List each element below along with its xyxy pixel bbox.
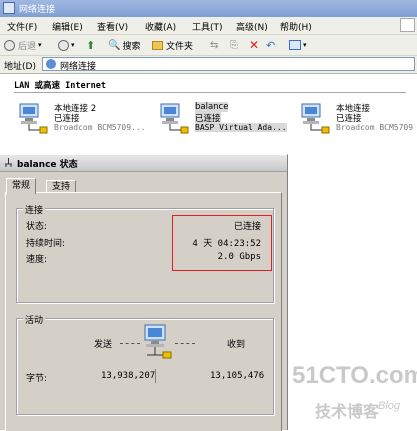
network-plug-icon xyxy=(5,158,12,167)
watermark-site: 51CTO.com xyxy=(292,362,417,389)
connection-group-label: 连接 xyxy=(23,203,46,216)
dialog-title: balance 状态 xyxy=(17,160,78,170)
network-folder-icon xyxy=(3,2,15,14)
views-button[interactable]: ▾ xyxy=(289,38,307,52)
section-heading: LAN 或高速 Internet xyxy=(14,81,107,91)
activity-group-label: 活动 xyxy=(23,313,46,326)
menu-view[interactable]: 查看(V) xyxy=(97,20,128,33)
back-label: 后退 xyxy=(18,41,37,52)
folders-label: 文件夹 xyxy=(166,41,194,52)
toolbar: 后退 ▾ ▾ ⬆ 🔍 搜索 文件夹 ⇆ ⎘ ✕ ↶ ▾ xyxy=(0,35,417,56)
dialog-titlebar: balance 状态 xyxy=(0,155,287,172)
address-input[interactable]: 网络连接 xyxy=(42,57,415,72)
copy-to-button[interactable]: ⎘ xyxy=(230,38,238,52)
copy-icon: ⎘ xyxy=(230,39,238,51)
undo-icon: ↶ xyxy=(266,38,276,52)
watermark-sub: 技术博客 xyxy=(315,402,380,421)
search-icon: 🔍 xyxy=(108,39,121,51)
chevron-down-icon: ▾ xyxy=(303,41,307,49)
undo-button[interactable]: ↶ xyxy=(266,38,275,52)
window-title: 网络连接 xyxy=(19,5,56,15)
sent-dash xyxy=(120,343,140,345)
forward-arrow-icon xyxy=(58,39,69,51)
address-bar: 地址(D) 网络连接 xyxy=(0,56,417,74)
received-label: 收到 xyxy=(227,340,246,350)
delete-x-icon: ✕ xyxy=(249,38,260,52)
search-button[interactable]: 🔍 搜索 xyxy=(108,38,140,52)
windows-logo-icon xyxy=(400,18,415,32)
highlight-annotation-box xyxy=(172,215,272,271)
status-label: 状态: xyxy=(26,222,48,232)
watermark-blog: Blog xyxy=(378,400,401,412)
sent-label: 发送 xyxy=(94,340,113,350)
folder-icon xyxy=(152,40,163,50)
tab-general[interactable]: 常规 xyxy=(6,178,37,194)
status-dialog: balance 状态 常规 支持 连接 状态: 已连接 持续时间: 4 天 04… xyxy=(0,154,288,431)
back-arrow-icon xyxy=(4,39,15,51)
connection-name: balance xyxy=(195,102,229,112)
chevron-down-icon: ▾ xyxy=(38,41,42,49)
activity-computer-icon xyxy=(144,324,172,359)
section-divider xyxy=(14,92,406,93)
network-connection-icon xyxy=(19,103,48,134)
menu-bar: 文件(F) 编辑(E) 查看(V) 收藏(A) 工具(T) 高级(N) 帮助(H… xyxy=(0,17,417,35)
up-folder-button[interactable]: ⬆ xyxy=(86,38,95,52)
activity-groupbox: 活动 发送 收到 字节: 13,938,207 13,105,476 xyxy=(16,313,274,415)
connection-device: BASP Virtual Ada... xyxy=(195,123,287,132)
window-titlebar: 网络连接 xyxy=(0,0,417,17)
delete-button[interactable]: ✕ xyxy=(249,38,259,52)
connection-item-balance[interactable]: balance 已连接 BASP Virtual Ada... xyxy=(155,100,295,140)
folders-button[interactable]: 文件夹 xyxy=(152,38,193,52)
move-icon: ⇆ xyxy=(210,39,219,51)
forward-button[interactable]: ▾ xyxy=(58,38,75,52)
menu-help[interactable]: 帮助(H) xyxy=(280,20,312,33)
connection-item-local2[interactable]: 本地连接 2 已连接 Broadcom BCM5709... xyxy=(14,100,154,140)
address-value: 网络连接 xyxy=(60,62,97,72)
connection-item-local[interactable]: 本地连接 已连接 Broadcom BCM5709 xyxy=(296,100,417,140)
up-arrow-icon: ⬆ xyxy=(86,38,96,52)
network-connection-icon xyxy=(301,103,330,134)
search-label: 搜索 xyxy=(122,41,141,52)
duration-label: 持续时间: xyxy=(26,239,66,249)
connection-device: Broadcom BCM5709 xyxy=(336,123,414,132)
views-icon xyxy=(289,40,301,50)
bytes-label: 字节: xyxy=(26,374,48,384)
menu-file[interactable]: 文件(F) xyxy=(7,20,37,33)
network-globe-icon xyxy=(46,59,56,69)
menu-advanced[interactable]: 高级(N) xyxy=(236,20,268,33)
menu-tools[interactable]: 工具(T) xyxy=(192,20,223,33)
bytes-received-value: 13,105,476 xyxy=(210,371,265,381)
move-to-button[interactable]: ⇆ xyxy=(210,38,218,52)
menu-favorites[interactable]: 收藏(A) xyxy=(145,20,176,33)
speed-label: 速度: xyxy=(26,255,48,265)
address-label: 地址(D) xyxy=(4,62,36,72)
back-button[interactable]: 后退 ▾ xyxy=(4,38,42,52)
network-connection-icon xyxy=(160,103,189,134)
chevron-down-icon: ▾ xyxy=(71,41,75,49)
bytes-sent-value: 13,938,207 xyxy=(101,371,156,381)
menu-edit[interactable]: 编辑(E) xyxy=(52,20,83,33)
connection-device: Broadcom BCM5709... xyxy=(54,123,146,132)
